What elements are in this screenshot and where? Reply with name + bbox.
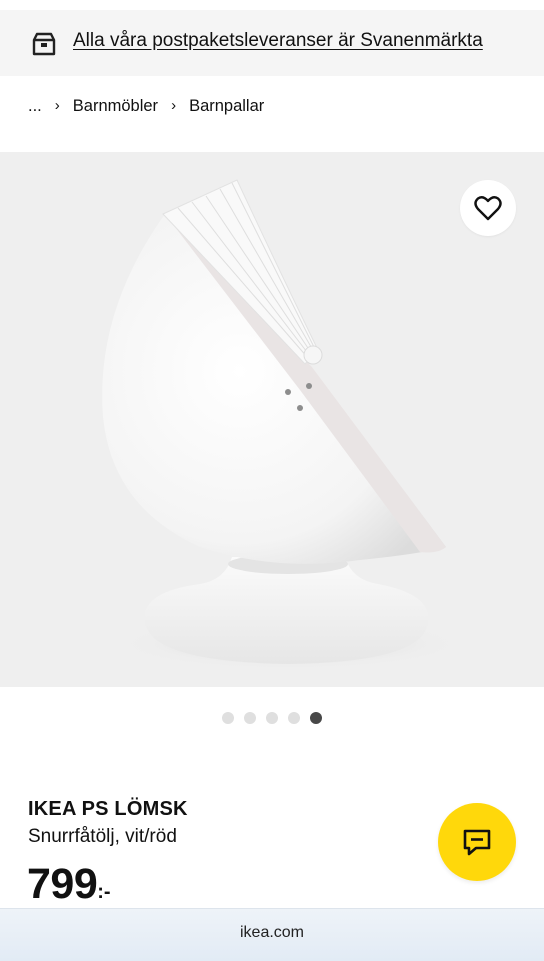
breadcrumb-item-barnmobler[interactable]: Barnmöbler [73, 97, 158, 116]
browser-url: ikea.com [239, 924, 305, 941]
pagination-dot[interactable] [266, 712, 278, 724]
product-image [102, 179, 465, 670]
heart-outline-icon [474, 196, 502, 221]
breadcrumb: ... › Barnmöbler › Barnpallar [28, 94, 264, 118]
pagination-dot-active[interactable] [310, 712, 322, 724]
delivery-box-icon [32, 32, 56, 56]
pagination-dot[interactable] [244, 712, 256, 724]
pagination-dot[interactable] [288, 712, 300, 724]
pagination-dot[interactable] [222, 712, 234, 724]
delivery-banner-link[interactable]: Alla våra postpaketsleveranser är Svanen… [73, 30, 483, 52]
breadcrumb-chevron-icon: › [54, 96, 60, 114]
product-image-gallery[interactable] [0, 152, 544, 687]
chat-button[interactable] [438, 803, 516, 881]
delivery-banner[interactable]: Alla våra postpaketsleveranser är Svanen… [0, 10, 544, 76]
price-amount: 799 [27, 860, 98, 908]
favorite-button[interactable] [460, 180, 516, 236]
browser-address-bar[interactable]: ikea.com [0, 908, 544, 961]
price-suffix: :- [97, 881, 111, 903]
product-name: IKEA PS LÖMSK [28, 798, 188, 820]
chat-bubble-icon [463, 829, 491, 856]
image-pagination [222, 712, 322, 724]
product-price: 799:- [27, 860, 111, 909]
breadcrumb-ellipsis[interactable]: ... [28, 97, 42, 116]
product-description: Snurrfåtölj, vit/röd [28, 826, 177, 847]
breadcrumb-chevron-icon: › [171, 96, 177, 114]
breadcrumb-item-barnpallar[interactable]: Barnpallar [189, 97, 264, 116]
